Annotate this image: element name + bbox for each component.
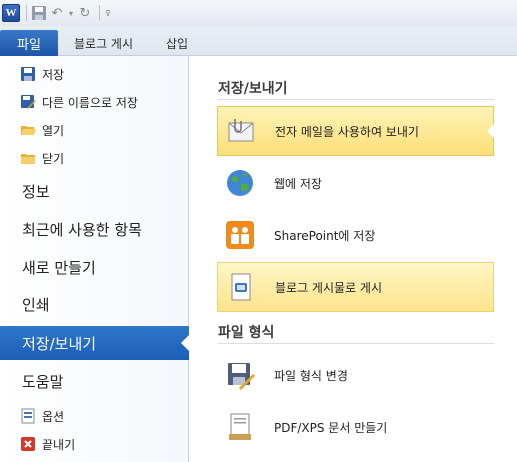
section-title-save-send: 저장/보내기 [218,81,288,97]
save-icon [21,67,35,81]
option-save-web[interactable]: 웹에 저장 [217,158,494,208]
nav-item-save-as[interactable]: 다른 이름으로 저장 [20,92,138,112]
nav-item-options[interactable]: 옵션 [20,406,64,426]
nav-item-save-send[interactable]: 저장/보내기 [0,326,189,360]
tab-file[interactable]: 파일 [0,30,58,56]
option-label: PDF/XPS 문서 만들기 [274,420,388,435]
nav-item-label: 옵션 [42,409,65,424]
nav-item-new[interactable]: 새로 만들기 [0,250,189,284]
sharepoint-icon [224,219,256,251]
globe-icon [224,167,256,199]
section-divider [218,343,494,344]
option-save-sharepoint[interactable]: SharePoint에 저장 [217,210,494,260]
section-divider [218,99,494,100]
tab-insert[interactable]: 삽입 [166,30,188,56]
change-file-type-icon [224,359,256,391]
backstage-nav: 저장 다른 이름으로 저장 열기 닫기 정보 최근에 사용한 항목 새로 만들기… [0,56,189,462]
nav-item-label: 다른 이름으로 저장 [42,95,138,110]
option-label: 블로그 게시물로 게시 [275,280,382,295]
option-label: 전자 메일을 사용하여 보내기 [275,124,419,139]
nav-item-print[interactable]: 인쇄 [0,287,189,321]
nav-item-info[interactable]: 정보 [0,174,189,208]
word-logo: W [2,4,20,22]
section-title-file-type: 파일 형식 [218,325,275,341]
save-icon[interactable] [31,2,47,24]
save-as-icon [21,95,36,109]
nav-item-close[interactable]: 닫기 [20,148,64,168]
option-send-email[interactable]: 전자 메일을 사용하여 보내기 [217,106,494,156]
nav-item-label: 끝내기 [42,437,76,452]
option-label: 웹에 저장 [274,176,322,191]
redo-icon[interactable]: ↻ [77,2,93,24]
email-attachment-icon [225,115,257,147]
exit-icon [21,437,35,451]
options-icon [21,408,35,424]
ribbon-tab-row: 파일 블로그 게시 삽입 [0,26,517,56]
undo-icon[interactable]: ↶ [49,2,65,24]
scrollbar[interactable] [503,56,517,462]
selection-pointer [487,124,494,138]
nav-item-help[interactable]: 도움말 [0,364,189,398]
nav-item-recent[interactable]: 최근에 사용한 항목 [0,212,189,246]
dropdown-icon[interactable]: ▾ [67,2,75,24]
nav-item-exit[interactable]: 끝내기 [20,434,75,454]
word-logo-icon[interactable]: W [2,2,20,24]
qat-separator [26,5,27,21]
qat-separator-2 [99,5,100,21]
pdf-xps-icon [224,411,256,443]
nav-item-label: 저장 [42,67,65,82]
option-change-file-type[interactable]: 파일 형식 변경 [217,350,494,400]
nav-item-save[interactable]: 저장 [20,64,64,84]
open-folder-icon [21,126,36,135]
close-folder-icon [21,154,35,164]
option-create-pdf-xps[interactable]: PDF/XPS 문서 만들기 [217,402,494,452]
option-label: SharePoint에 저장 [274,228,376,243]
customize-icon[interactable]: ⊽ [104,2,112,24]
nav-item-open[interactable]: 열기 [20,120,64,140]
tab-blog-post[interactable]: 블로그 게시 [74,30,133,56]
nav-item-label: 열기 [42,123,65,138]
option-label: 파일 형식 변경 [274,368,348,383]
blog-post-icon [225,271,257,303]
nav-item-label: 닫기 [42,151,65,166]
quick-access-toolbar: W ↶ ▾ ↻ ⊽ [0,0,517,26]
option-publish-blog[interactable]: 블로그 게시물로 게시 [217,262,494,312]
